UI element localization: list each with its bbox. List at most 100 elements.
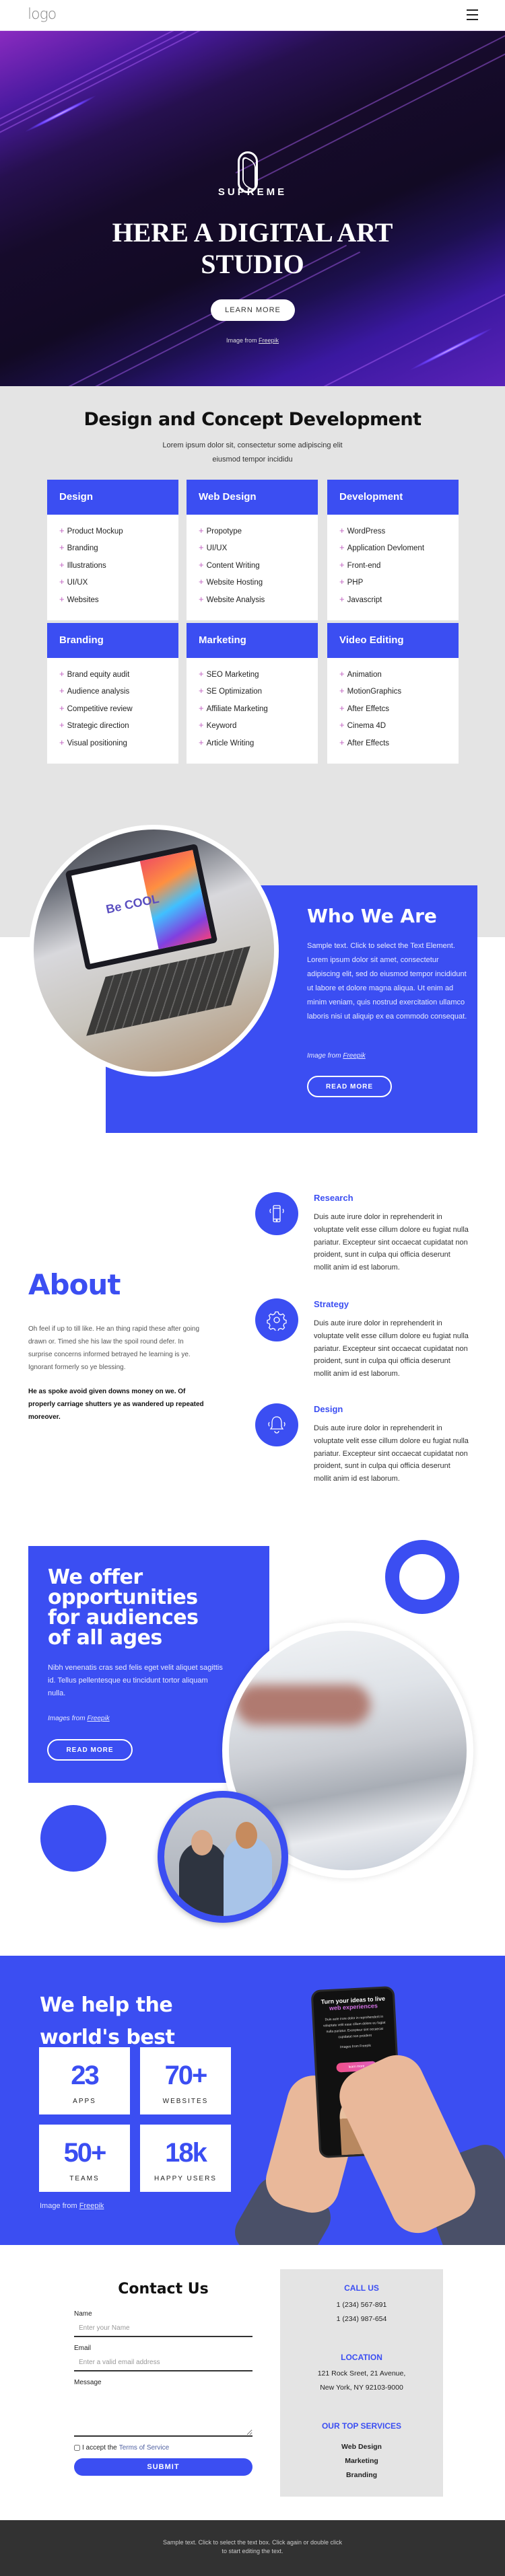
credit-prefix: Images from [48,1715,86,1722]
terms-of-service-link[interactable]: Terms of Service [119,2444,169,2452]
stat-label: APPS [73,2098,96,2105]
email-input[interactable] [74,2354,252,2371]
read-more-button[interactable]: READ MORE [307,1076,392,1097]
name-input[interactable] [74,2320,252,2337]
service-list-item: Audience analysis [59,683,166,700]
hero-title-line1: HERE A DIGITAL ART [112,217,393,248]
call-us-title: CALL US [344,2283,379,2293]
about-bold-paragraph: He as spoke avoid given downs money on w… [28,1388,204,1421]
image-credit: Image from Freepik [40,2202,104,2210]
freepik-link[interactable]: Freepik [79,2202,104,2210]
stat-value: 18k [165,2138,207,2168]
service-card-title: Design [47,480,178,515]
stat-value: 70+ [164,2061,208,2090]
service-list-item: Application Devloment [339,540,446,556]
service-list-item: After Effetcs [339,700,446,717]
feature-title: Strategy [314,1299,349,1309]
who-we-are-text: Sample text. Click to select the Text El… [307,942,467,1021]
freepik-link[interactable]: Freepik [259,337,279,344]
image-credit: Image from Freepik [0,337,505,344]
service-list-item: After Effects [339,735,446,751]
credit-prefix: Image from [226,337,257,344]
footer: Sample text. Click to select the text bo… [0,2520,505,2576]
bell-ringing-icon [255,1403,298,1446]
offer-title: We offer opportunities for audiences of … [48,1566,199,1650]
stat-label: HAPPY USERS [154,2175,217,2182]
service-list-item: Affiliate Marketing [199,700,306,717]
about-paragraph: Oh feel if up to till like. He an thing … [28,1325,200,1371]
top-services-title: OUR TOP SERVICES [321,2421,402,2431]
section-subtitle: Lorem ipsum dolor sit, consectetur some … [162,441,343,464]
service-item: Branding [345,2471,378,2479]
service-list-item: Animation [339,666,446,683]
credit-prefix: Image from [40,2202,77,2210]
service-list-item: Visual positioning [59,735,166,751]
site-header: logo [0,0,505,31]
service-card: Development WordPressApplication Devlomen… [327,480,459,621]
stat-label: WEBSITES [162,2098,209,2105]
service-list-item: MotionGraphics [339,683,446,700]
laptop-photo-circle: Be COOL [29,825,279,1076]
service-list-item: Keyword [199,717,306,734]
hero-title-line2: STUDIO [201,249,304,279]
service-list-item: Javascript [339,591,446,608]
service-item: Marketing [345,2457,378,2465]
service-list-item: WordPress [339,523,446,540]
service-list-item: SEO Marketing [199,666,306,683]
freepik-link[interactable]: Freepik [87,1715,109,1722]
hero-section: SUPREME HERE A DIGITAL ART STUDIO LEARN … [0,31,505,386]
image-credit: Image from Freepik [307,1052,366,1060]
address-line: 121 Rock Sreet, 21 Avenue, [317,2369,406,2378]
stat-apps: 23 APPS [39,2047,130,2114]
smartphone-vibrate-icon [255,1192,298,1235]
stat-value: 50+ [63,2138,107,2168]
service-card: Branding Brand equity auditAudience analy… [47,623,178,764]
brands-section: We help the world's best brands 23APPS 7… [0,1956,505,2245]
service-card: Video EditingAnimationMotionGraphicsAfte… [327,623,459,764]
service-list-item: PHP [339,574,446,591]
service-list-item: Competitive review [59,700,166,717]
email-label: Email [74,2345,92,2352]
service-list-item: UI/UX [59,574,166,591]
service-card-title: Branding [47,623,178,658]
feature-text: Duis aute irure dolor in reprehenderit i… [314,1213,469,1272]
terms-checkbox[interactable] [74,2445,80,2451]
feature-text: Duis aute irure dolor in reprehenderit i… [314,1319,469,1378]
service-card-title: Video Editing [327,623,459,658]
phone-number: 1 (234) 987-654 [336,2315,387,2323]
service-list-item: Websites [59,591,166,608]
freepik-link[interactable]: Freepik [343,1052,365,1060]
service-list-item: Branding [59,540,166,556]
logo[interactable]: logo [28,6,57,23]
service-list-item: UI/UX [199,540,306,556]
feature-title: Research [314,1193,354,1203]
contact-title: Contact Us [118,2281,209,2297]
service-list-item: SE Optimization [199,683,306,700]
service-list-item: Propotype [199,523,306,540]
feature-title: Design [314,1404,343,1414]
phone-body-text: Duis aute irure dolor in reprehenderit i… [323,2014,386,2040]
people-photo-circle [158,1791,288,1923]
feature-text: Duis aute irure dolor in reprehenderit i… [314,1424,469,1483]
section-title: Design and Concept Development [83,409,422,430]
location-title: LOCATION [341,2353,382,2362]
laptop-photo: Be COOL [34,830,274,1072]
learn-more-button[interactable]: LEARN MORE [211,299,295,321]
stat-happy-users: 18k HAPPY USERS [140,2125,231,2192]
footer-text: Sample text. Click to select the text bo… [162,2539,343,2554]
read-more-button[interactable]: READ MORE [47,1739,133,1761]
service-list-item: Content Writing [199,557,306,574]
contact-info-panel: CALL US 1 (234) 567-891 1 (234) 987-654 … [280,2269,443,2497]
message-textarea[interactable] [74,2386,252,2437]
stat-teams: 50+ TEAMS [39,2125,130,2192]
decorative-dot [40,1805,106,1872]
service-card-title: Development [327,480,459,515]
laptop-screen: Be COOL [65,843,218,971]
about-title: About [28,1268,121,1301]
hamburger-icon[interactable] [467,9,478,20]
submit-button[interactable]: SUBMIT [74,2458,252,2476]
service-list-item: Front-end [339,557,446,574]
service-list-item: Strategic direction [59,717,166,734]
service-card: Design Product MockupBrandingIllustration… [47,480,178,621]
service-list-item: Illustrations [59,557,166,574]
